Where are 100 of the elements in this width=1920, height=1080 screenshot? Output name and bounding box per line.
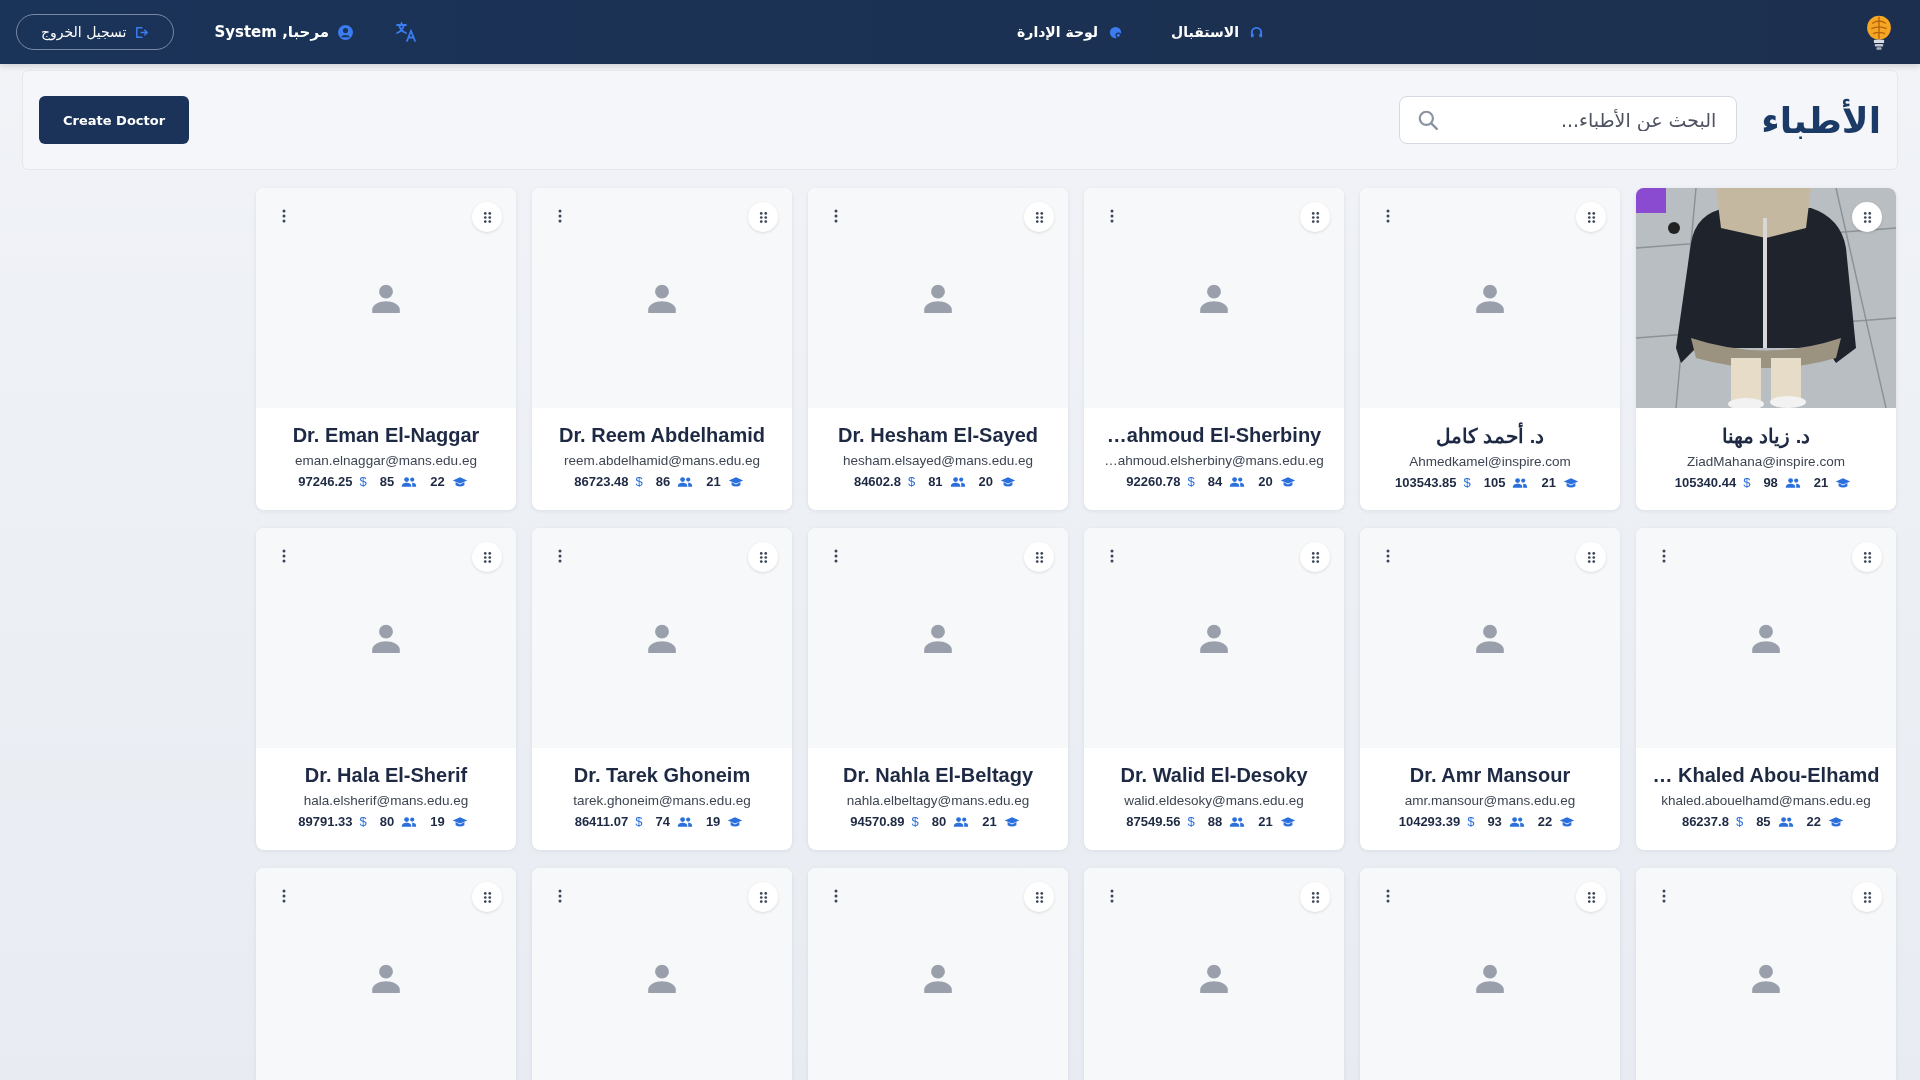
doctor-email: ZiadMahana@inspire.com — [1687, 454, 1845, 469]
create-doctor-button[interactable]: Create Doctor — [39, 96, 190, 144]
patients-count: 74 — [655, 814, 670, 829]
more-icon[interactable] — [1386, 889, 1390, 903]
nav-link[interactable]: لوحة الإدارة — [1017, 24, 1124, 40]
currency-sign: $ — [1743, 475, 1751, 490]
more-icon[interactable] — [1110, 549, 1114, 563]
more-icon[interactable] — [282, 209, 286, 223]
doctor-name: Dr. Hala El-Sherif — [304, 764, 468, 787]
salary-value: 87549.56 — [1126, 814, 1181, 829]
drag-handle[interactable] — [1300, 202, 1330, 232]
courses-count: 19 — [705, 814, 721, 829]
drag-handle[interactable] — [1024, 882, 1054, 912]
more-icon[interactable] — [282, 549, 286, 563]
courses-count: 21 — [1813, 475, 1829, 490]
doctor-card[interactable]: Dr. Reem Abdelhamid reem.abdelhamid@mans.edu.eg 86723.48 $ 86 21 — [532, 188, 792, 510]
logout-icon — [134, 24, 150, 40]
doctor-card[interactable]: Dr. Amr Mansour amr.mansour@mans.edu.eg 104293.39 $ 93 22 — [1360, 528, 1620, 850]
doctor-card[interactable]: Dr. Walid El-Desoky walid.eldesoky@mans.edu.eg 87549.56 $ 88 21 — [1084, 528, 1344, 850]
drag-handle[interactable] — [748, 882, 778, 912]
people-icon — [1229, 815, 1246, 828]
more-icon[interactable] — [834, 549, 838, 563]
courses-count: 21 — [706, 474, 721, 489]
patients-count: 81 — [928, 474, 943, 489]
salary-value: 84602.8 — [853, 474, 901, 489]
currency-sign: $ — [1463, 475, 1471, 490]
more-icon[interactable] — [1386, 209, 1390, 223]
more-icon[interactable] — [834, 209, 838, 223]
doctor-card[interactable]: Dr. Hesham El-Sayed hesham.elsayed@mans.edu.eg 84602.8 $ 81 20 — [808, 188, 1068, 510]
doctor-card[interactable]: …ahmoud El-Sherbiny …ahmoud.elsherbiny@mans.edu.eg 92260.78 $ 84 20 — [1084, 188, 1344, 510]
search-field[interactable]: البحث عن الأطباء... — [1399, 96, 1738, 144]
headset-icon — [1249, 24, 1264, 40]
doctor-name: Dr. Walid El-Desoky — [1120, 764, 1308, 787]
doctor-card[interactable]: Dr. Eman El-Naggar eman.elnaggar@mans.edu.eg 97246.25 $ 85 22 — [256, 188, 516, 510]
drag-handle[interactable] — [1300, 542, 1330, 572]
drag-handle[interactable] — [748, 542, 778, 572]
drag-handle[interactable] — [748, 202, 778, 232]
doctor-card[interactable]: Dr. Nahla El-Beltagy nahla.elbeltagy@mans.edu.eg 94570.89 $ 80 21 — [808, 528, 1068, 850]
currency-sign: $ — [359, 814, 367, 829]
doctor-card[interactable]: … Khaled Abou-Elhamd khaled.abouelhamd@mans.edu.eg 86237.8 $ 85 22 — [1636, 528, 1896, 850]
people-icon — [949, 475, 966, 488]
more-icon[interactable] — [1662, 889, 1666, 903]
drag-handle[interactable] — [1300, 882, 1330, 912]
doctor-card[interactable]: Dr. Hala El-Sherif hala.elsherif@mans.edu.eg 89791.33 $ 80 19 — [256, 528, 516, 850]
doctor-card[interactable]: Dr. Tarek Ghoneim tarek.ghoneim@mans.edu.eg 86411.07 $ 74 19 — [532, 528, 792, 850]
search-icon — [1417, 109, 1440, 131]
drag-handle[interactable] — [1852, 542, 1882, 572]
graduation-cap-icon — [727, 475, 744, 488]
more-icon[interactable] — [1110, 889, 1114, 903]
patients-count: 85 — [379, 474, 395, 489]
people-icon — [1777, 815, 1794, 828]
doctor-email: hesham.elsayed@mans.edu.eg — [842, 453, 1034, 468]
translate-icon[interactable] — [394, 20, 418, 44]
drag-handle[interactable] — [1852, 882, 1882, 912]
people-icon — [1229, 475, 1246, 488]
currency-sign: $ — [1187, 814, 1195, 829]
salary-value: 86237.8 — [1681, 814, 1729, 829]
drag-handle[interactable] — [472, 542, 502, 572]
more-icon[interactable] — [1662, 549, 1666, 563]
patients-count: 84 — [1207, 474, 1223, 489]
courses-count: 20 — [1258, 474, 1273, 489]
salary-value: 97246.25 — [298, 474, 353, 489]
doctor-name: …ahmoud El-Sherbiny — [1106, 424, 1322, 447]
people-icon — [1784, 476, 1801, 489]
doctor-email: tarek.ghoneim@mans.edu.eg — [573, 793, 751, 808]
more-icon[interactable] — [834, 889, 838, 903]
courses-count: 21 — [1541, 475, 1556, 490]
salary-value: 89791.33 — [298, 814, 353, 829]
patients-count: 98 — [1763, 475, 1778, 490]
graduation-cap-icon — [1559, 815, 1576, 828]
drag-handle[interactable] — [1024, 202, 1054, 232]
drag-handle[interactable] — [472, 882, 502, 912]
more-icon[interactable] — [558, 549, 562, 563]
user-icon — [337, 23, 354, 41]
graduation-cap-icon — [1003, 815, 1020, 828]
graduation-cap-icon — [1279, 475, 1296, 488]
doctor-email: eman.elnaggar@mans.edu.eg — [295, 453, 477, 468]
courses-count: 19 — [430, 814, 445, 829]
graduation-cap-icon — [1279, 815, 1296, 828]
more-icon[interactable] — [282, 889, 286, 903]
more-icon[interactable] — [558, 889, 562, 903]
more-icon[interactable] — [1386, 549, 1390, 563]
nav-link[interactable]: الاستقبال — [1171, 24, 1264, 40]
people-icon — [401, 475, 418, 488]
doctor-name: Dr. Amr Mansour — [1409, 764, 1571, 787]
graduation-cap-icon — [727, 815, 744, 828]
graduation-cap-icon — [1562, 476, 1579, 489]
patients-count: 80 — [931, 814, 947, 829]
drag-handle[interactable] — [1576, 202, 1606, 232]
more-icon[interactable] — [1110, 209, 1114, 223]
drag-handle[interactable] — [472, 202, 502, 232]
patients-count: 80 — [379, 814, 395, 829]
more-icon[interactable] — [558, 209, 562, 223]
drag-handle[interactable] — [1024, 542, 1054, 572]
drag-handle[interactable] — [1576, 882, 1606, 912]
drag-handle[interactable] — [1576, 542, 1606, 572]
salary-value: 94570.89 — [850, 814, 905, 829]
doctor-email: …ahmoud.elsherbiny@mans.edu.eg — [1104, 453, 1324, 468]
gauge-icon — [1108, 24, 1124, 40]
patients-count: 105 — [1483, 475, 1506, 490]
